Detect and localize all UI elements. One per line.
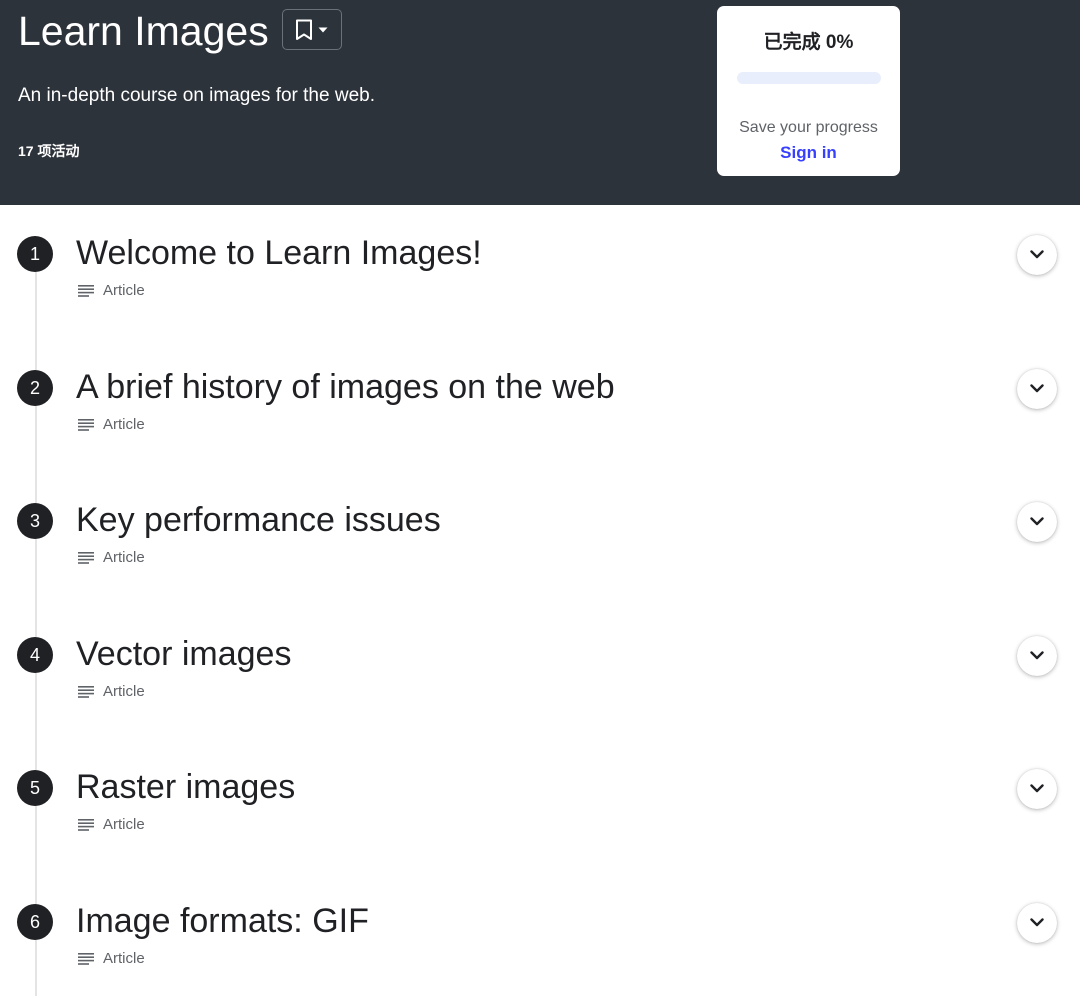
- article-icon: [78, 953, 94, 965]
- unit-type: Article: [78, 816, 145, 834]
- progress-bar: [737, 72, 881, 84]
- unit-type: Article: [78, 950, 145, 968]
- unit-number-badge: 6: [17, 904, 53, 940]
- unit-type-label: Article: [103, 816, 145, 833]
- unit-number-badge: 2: [17, 370, 53, 406]
- unit-item: 6 Image formats: GIF Article: [0, 901, 1080, 1004]
- unit-title[interactable]: Image formats: GIF: [76, 901, 369, 941]
- article-icon: [78, 819, 94, 831]
- expand-unit-button[interactable]: [1017, 502, 1057, 542]
- expand-unit-button[interactable]: [1017, 903, 1057, 943]
- bookmark-icon: [295, 19, 313, 41]
- unit-type-label: Article: [103, 950, 145, 967]
- unit-title[interactable]: Key performance issues: [76, 500, 441, 540]
- chevron-down-icon: [1030, 513, 1044, 531]
- chevron-down-icon: [1030, 780, 1044, 798]
- course-hero: Learn Images An in-depth course on image…: [0, 0, 1080, 205]
- unit-number-badge: 1: [17, 236, 53, 272]
- course-title: Learn Images: [18, 8, 269, 54]
- caret-down-icon: [317, 26, 329, 34]
- article-icon: [78, 285, 94, 297]
- unit-title[interactable]: A brief history of images on the web: [76, 367, 615, 407]
- unit-item: 1 Welcome to Learn Images! Article: [0, 233, 1080, 336]
- unit-number-badge: 4: [17, 637, 53, 673]
- activity-count: 17 项活动: [18, 143, 80, 159]
- expand-unit-button[interactable]: [1017, 769, 1057, 809]
- unit-item: 3 Key performance issues Article: [0, 500, 1080, 603]
- progress-label: 已完成 0%: [763, 32, 854, 53]
- unit-number-badge: 5: [17, 770, 53, 806]
- article-icon: [78, 419, 94, 431]
- unit-type: Article: [78, 416, 145, 434]
- sign-in-link[interactable]: Sign in: [717, 142, 900, 163]
- bookmark-menu-button[interactable]: [282, 9, 342, 50]
- timeline-line: [35, 255, 37, 996]
- unit-item: 4 Vector images Article: [0, 634, 1080, 737]
- unit-item: 5 Raster images Article: [0, 767, 1080, 870]
- unit-item: 2 A brief history of images on the web A…: [0, 367, 1080, 470]
- unit-title[interactable]: Raster images: [76, 767, 295, 807]
- course-description: An in-depth course on images for the web…: [18, 85, 375, 106]
- expand-unit-button[interactable]: [1017, 636, 1057, 676]
- article-icon: [78, 552, 94, 564]
- article-icon: [78, 686, 94, 698]
- chevron-down-icon: [1030, 914, 1044, 932]
- unit-type-label: Article: [103, 282, 145, 299]
- progress-card: 已完成 0% Save your progress Sign in: [717, 6, 900, 176]
- unit-title[interactable]: Vector images: [76, 634, 291, 674]
- unit-number-badge: 3: [17, 503, 53, 539]
- unit-type: Article: [78, 282, 145, 300]
- chevron-down-icon: [1030, 647, 1044, 665]
- unit-title[interactable]: Welcome to Learn Images!: [76, 233, 482, 273]
- chevron-down-icon: [1030, 380, 1044, 398]
- expand-unit-button[interactable]: [1017, 369, 1057, 409]
- unit-type-label: Article: [103, 416, 145, 433]
- unit-type-label: Article: [103, 549, 145, 566]
- save-progress-text: Save your progress: [739, 119, 878, 136]
- unit-type: Article: [78, 549, 145, 567]
- expand-unit-button[interactable]: [1017, 235, 1057, 275]
- chevron-down-icon: [1030, 246, 1044, 264]
- unit-type: Article: [78, 683, 145, 701]
- unit-type-label: Article: [103, 683, 145, 700]
